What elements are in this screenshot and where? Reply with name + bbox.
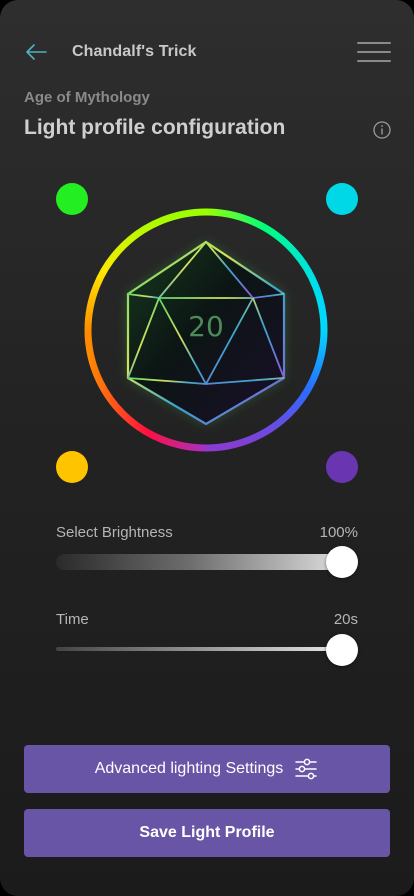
back-button[interactable] [22,38,50,66]
app-title: Chandalf's Trick [72,43,197,60]
swatch-cyan[interactable] [326,183,358,215]
color-wheel[interactable]: 20 [0,170,414,490]
save-light-profile-label: Save Light Profile [139,824,275,841]
brightness-value: 100% [319,524,358,541]
brightness-slider-track[interactable] [56,554,356,570]
time-label: Time [56,611,89,628]
dice-face-value: 20 [188,310,224,343]
advanced-lighting-settings-button[interactable]: Advanced lighting Settings [24,745,390,793]
brightness-label: Select Brightness [56,524,173,541]
time-slider-thumb[interactable] [326,634,358,666]
hamburger-menu-icon [357,42,391,62]
game-name: Age of Mythology [24,89,150,106]
info-button[interactable] [372,120,392,140]
top-bar: Chandalf's Trick [0,32,414,72]
swatch-green[interactable] [56,183,88,215]
info-icon [373,121,391,139]
sliders-icon [295,758,318,780]
brightness-slider-thumb[interactable] [326,546,358,578]
menu-button[interactable] [356,38,392,66]
time-slider-track[interactable] [56,647,356,651]
swatch-yellow[interactable] [56,451,88,483]
swatch-purple[interactable] [326,451,358,483]
page-title: Light profile configuration [24,116,286,139]
advanced-lighting-settings-label: Advanced lighting Settings [94,760,284,777]
time-value: 20s [333,611,358,628]
save-light-profile-button[interactable]: Save Light Profile [24,809,390,857]
app-screen: Chandalf's Trick Age of Mythology Light … [0,0,414,896]
arrow-left-icon [26,44,47,60]
